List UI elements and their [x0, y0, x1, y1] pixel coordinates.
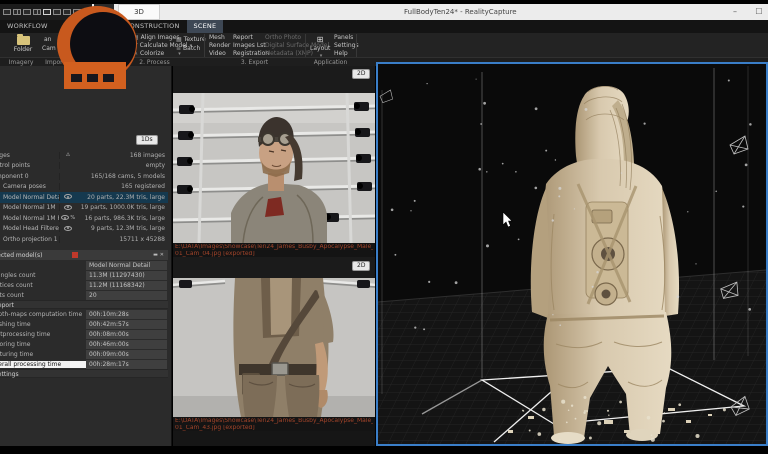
selected-model-title: Selected model(s): [0, 252, 70, 259]
layout-preset-icon[interactable]: [3, 9, 11, 15]
error-flag-icon: [72, 252, 78, 258]
layout-preset-icon[interactable]: [53, 9, 61, 15]
panel-close-icon[interactable]: ✕: [160, 252, 166, 258]
prop-row-triangles[interactable]: Triangles count 11.3M (11297430): [0, 270, 168, 280]
section-settings[interactable]: Settings: [0, 369, 168, 378]
visibility-eye-icon[interactable]: [64, 194, 72, 199]
layout-preset-icon[interactable]: [43, 9, 51, 15]
prop-row-coloring-time[interactable]: Coloring time 00h:46m:00s: [0, 339, 168, 349]
selected-model-panel: Selected model(s) ▬✕ Model Normal Detail…: [0, 250, 168, 378]
tree-row-model-normal-1m[interactable]: Model Normal 1M 19 parts, 1000.0K tris, …: [0, 203, 168, 214]
photo1-view-badge[interactable]: 2D: [352, 69, 370, 79]
tab-scene[interactable]: SCENE: [187, 20, 224, 33]
letterbox-bottom: [0, 446, 768, 454]
layout-preset-icon[interactable]: [63, 9, 71, 15]
prop-row-postprocessing-time[interactable]: Postprocessing time 00h:08m:00s: [0, 329, 168, 339]
layout-preset-icon[interactable]: [23, 9, 31, 15]
prop-row-vertices[interactable]: Vertices count 11.2M (11168342): [0, 280, 168, 290]
photo1-header: [173, 66, 375, 93]
app-window: ⊞ 3D FullBodyTen24* - RealityCapture – ☐…: [0, 0, 768, 454]
photo-viewports: 2D: [173, 66, 375, 446]
prop-row-texturing-time[interactable]: Texturing time 00h:09m:00s: [0, 349, 168, 359]
batch-icon: ≡: [176, 45, 181, 52]
texture-icon: ▦: [176, 36, 182, 43]
tree-row-ortho-projection[interactable]: Ortho projection 1 15711 x 45288: [0, 234, 168, 245]
folder-button[interactable]: Folder: [12, 34, 34, 53]
letterbox-top: [0, 0, 768, 4]
section-report[interactable]: Report: [0, 300, 168, 309]
maximize-button[interactable]: ☐: [748, 4, 768, 20]
viewport-3d[interactable]: [376, 62, 768, 446]
scene-tree: Images ⚠ 168 images Control points empty…: [0, 150, 168, 245]
layout-button[interactable]: ⊞ Layout ▾: [310, 34, 330, 59]
tree-row-component[interactable]: Component 0 165/168 cams, 5 models: [0, 171, 168, 182]
cam-button[interactable]: Cam: [42, 45, 56, 53]
align-images-button[interactable]: ▤Align Images: [133, 34, 180, 42]
warning-icon: ⚠: [60, 152, 76, 158]
folder-icon: [17, 36, 30, 45]
mesh-button[interactable]: Mesh: [209, 34, 225, 42]
prop-row-meshing-time[interactable]: Meshing time 00h:42m:57s: [0, 319, 168, 329]
photo1-image[interactable]: [173, 93, 375, 243]
minimize-button[interactable]: –: [724, 4, 746, 20]
photo2-view-badge[interactable]: 2D: [352, 261, 370, 271]
visibility-eye-icon[interactable]: [64, 226, 72, 231]
images-lst-button[interactable]: Images Lst: [233, 42, 266, 50]
mouse-cursor: [503, 212, 512, 227]
prop-row-overall-time[interactable]: Overall processing time 00h:28m:17s: [0, 359, 168, 369]
prop-row-parts[interactable]: Parts count 20: [0, 290, 168, 300]
tab-workflow[interactable]: WORKFLOW: [0, 20, 55, 33]
channel-logo-filmstrip: [64, 62, 126, 89]
viewport-3d-scene: [378, 64, 766, 444]
visibility-eye-icon[interactable]: [61, 215, 69, 220]
tree-view-type-badge[interactable]: 1Ds: [136, 135, 158, 145]
photo2-filepath: E:\DATA\Images\Showcase\Ten24_James_Busb…: [173, 417, 375, 431]
render-button[interactable]: Render: [209, 42, 230, 50]
photo1-filepath: E:\DATA\Images\Showcase\Ten24_James_Busb…: [173, 243, 375, 257]
subject-torso: [233, 278, 333, 417]
tree-row-control-points[interactable]: Control points empty: [0, 161, 168, 172]
selected-model-header: Selected model(s) ▬✕: [0, 250, 168, 260]
tree-row-images[interactable]: Images ⚠ 168 images: [0, 150, 168, 161]
panel-menu-icon[interactable]: ▬: [153, 252, 160, 258]
layout-preset-icon[interactable]: [13, 9, 21, 15]
panels-button[interactable]: Panels: [334, 34, 353, 42]
ortho-photo-button[interactable]: Ortho Photo: [265, 34, 301, 42]
prop-row-depthmaps-time[interactable]: Depth-maps computation time 00h:10m:28s: [0, 309, 168, 319]
visibility-eye-icon[interactable]: [64, 205, 72, 210]
tree-row-model-normal-1m-filtered[interactable]: Model Normal 1M Filtered % 16 parts, 986…: [0, 213, 168, 224]
prop-row-name[interactable]: Model Normal Detail: [0, 260, 168, 270]
tree-row-camera-poses[interactable]: Camera poses 165 registered: [0, 182, 168, 193]
settings-button[interactable]: Settings: [334, 42, 359, 50]
scan-button[interactable]: an: [44, 36, 51, 44]
batch-button[interactable]: ≡Batch: [176, 45, 200, 53]
layout-grid-icon: ⊞: [310, 34, 330, 45]
tree-row-model-normal-detail[interactable]: Model Normal Detail 20 parts, 22.3M tris…: [0, 192, 168, 203]
tree-row-model-head-filtered[interactable]: Model Head Filtered 9 parts, 12.3M tris,…: [0, 224, 168, 235]
window-title: FullBodyTen24* - RealityCapture: [404, 4, 517, 20]
photo2-header: [173, 257, 375, 278]
report-button[interactable]: Report: [233, 34, 253, 42]
scene-tree-panel: 1Ds Images ⚠ 168 images Control points e…: [0, 66, 172, 446]
texture-button[interactable]: ▦Texture: [176, 36, 206, 44]
photo2-image[interactable]: [173, 278, 375, 417]
layout-preset-icon[interactable]: [33, 9, 41, 15]
